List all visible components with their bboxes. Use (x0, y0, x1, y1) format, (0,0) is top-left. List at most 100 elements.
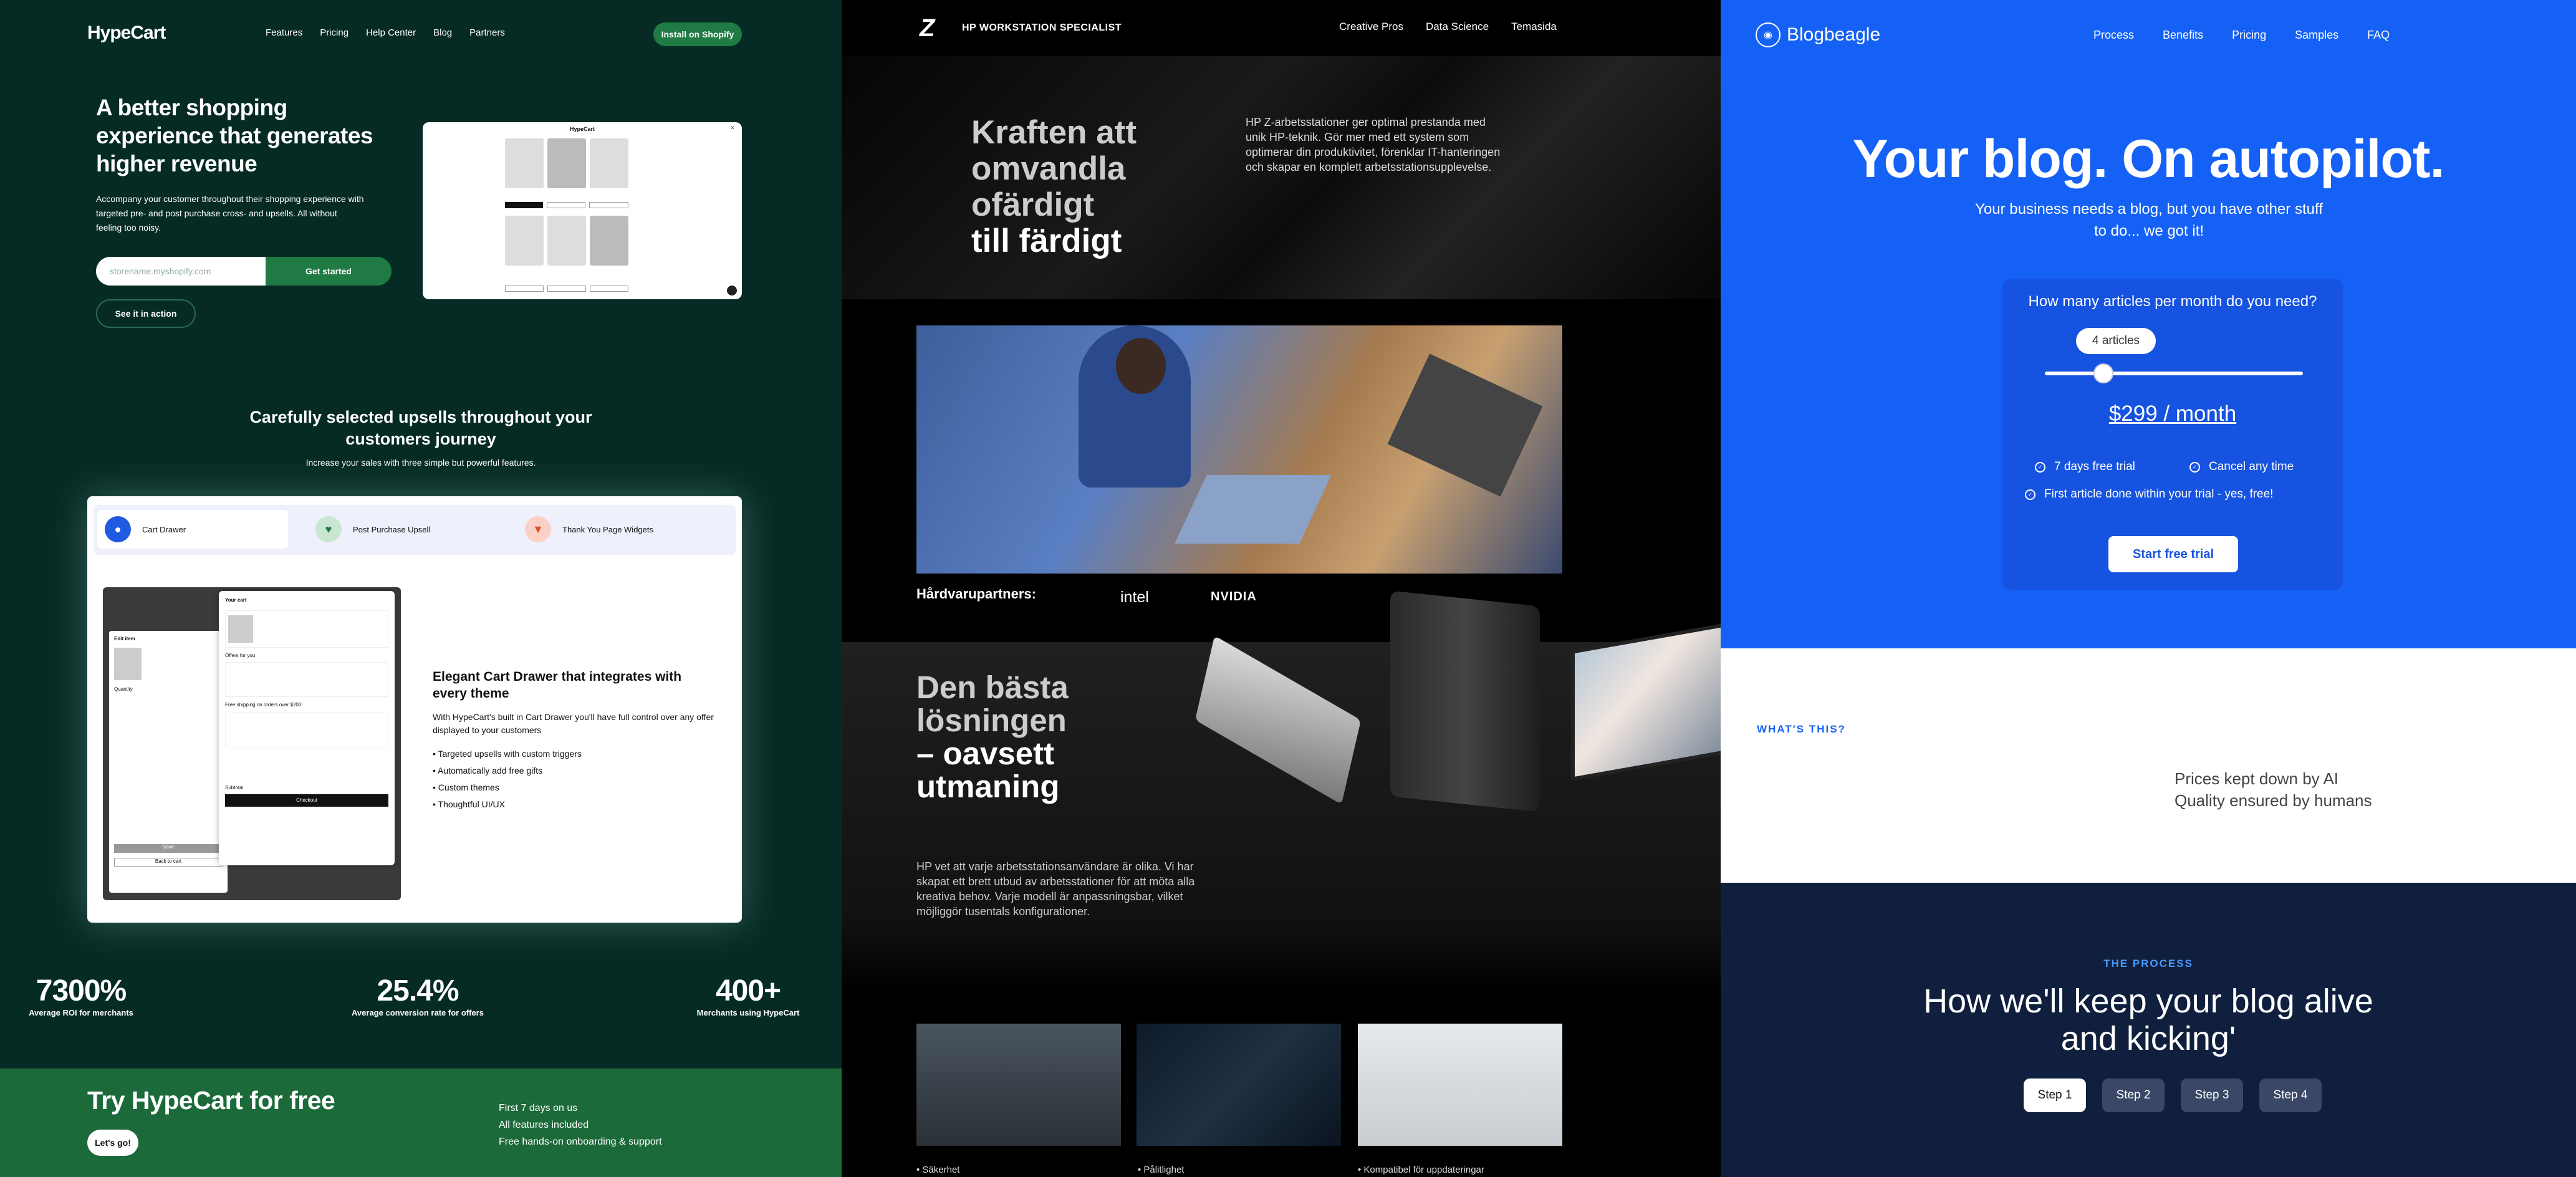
blogbeagle-panel: ◉ Blogbeagle Process Benefits Pricing Sa… (1721, 0, 2576, 1177)
upgrade-thumbnail[interactable] (1358, 1024, 1562, 1146)
get-started-button[interactable]: Get started (266, 257, 392, 286)
nav-features[interactable]: Features (266, 27, 302, 38)
solutions-line-1: Den bästa lösningen (916, 670, 1069, 738)
stat-value: 25.4% (377, 974, 459, 1007)
nav-data-science[interactable]: Data Science (1426, 21, 1489, 33)
blogbeagle-nav: Process Benefits Pricing Samples FAQ (2093, 29, 2418, 42)
feature-list-item: Targeted upsells with custom triggers (433, 746, 582, 762)
chat-icon[interactable] (727, 286, 737, 295)
solutions-line-2: – oavsett utmaning (916, 736, 1060, 804)
stat-label: Average conversion rate for offers (352, 1008, 484, 1017)
blogbeagle-logo[interactable]: ◉ Blogbeagle (1756, 22, 1880, 47)
blogbeagle-logo-text: Blogbeagle (1787, 24, 1881, 45)
tab-post-purchase-upsell[interactable]: ♥ Post Purchase Upsell (315, 510, 430, 549)
stat-value: 400+ (715, 974, 781, 1007)
try-list-item: All features included (499, 1120, 589, 1130)
laptop-image (1195, 635, 1361, 805)
hypecart-panel: HypeCart Features Pricing Help Center Bl… (0, 0, 842, 1177)
try-free-banner (0, 1069, 842, 1177)
tab-thank-you-page-widgets[interactable]: ▼ Thank You Page Widgets (525, 510, 653, 549)
hp-logo-text: HP WORKSTATION SPECIALIST (962, 22, 1122, 33)
check-label: First article done within your trial - y… (2044, 488, 2274, 501)
feature-card: ● Cart Drawer ♥ Post Purchase Upsell ▼ T… (87, 496, 742, 923)
stat-label: Average ROI for merchants (29, 1008, 133, 1017)
hp-hero-title: Kraften att omvandla ofärdigt till färdi… (971, 115, 1233, 259)
step-3-tab[interactable]: Step 3 (2181, 1079, 2243, 1112)
see-it-in-action-button[interactable]: See it in action (96, 299, 196, 328)
save-button[interactable]: Save (114, 844, 223, 853)
subtotal-label: Subtotal (225, 785, 244, 790)
nav-pricing[interactable]: Pricing (2232, 29, 2266, 42)
store-url-input[interactable]: storename.myshopify.com (96, 257, 266, 286)
try-free-list: First 7 days on us All features included… (499, 1100, 662, 1150)
hp-solutions-text: HP vet att varje arbetsstationsanvändare… (916, 860, 1195, 918)
reliability-thumbnail[interactable] (1137, 1024, 1341, 1146)
cart-icon: ● (105, 516, 131, 542)
step-2-tab[interactable]: Step 2 (2102, 1079, 2165, 1112)
feature-list-item: Custom themes (433, 779, 582, 796)
security-thumbnail[interactable] (916, 1024, 1121, 1146)
hp-hero-text: HP Z-arbetsstationer ger optimal prestan… (1246, 116, 1501, 173)
tab-cart-drawer[interactable]: ● Cart Drawer (97, 510, 288, 549)
nav-blog[interactable]: Blog (433, 27, 452, 38)
lets-go-button[interactable]: Let's go! (87, 1130, 138, 1156)
hp-nav: Creative Pros Data Science Temasida (1339, 21, 1579, 33)
nav-samples[interactable]: Samples (2295, 29, 2338, 42)
step-1-tab[interactable]: Step 1 (2024, 1079, 2086, 1112)
pricing-calculator: How many articles per month do you need?… (2002, 279, 2343, 590)
z-logo-icon: Z (920, 14, 935, 42)
articles-count-badge: 4 articles (2076, 328, 2156, 354)
hp-solutions-title: Den bästa lösningen – oavsett utmaning (916, 671, 1116, 803)
nav-creative-pros[interactable]: Creative Pros (1339, 21, 1403, 33)
monitor-image (1571, 622, 1721, 781)
articles-slider-track[interactable] (2045, 372, 2303, 375)
start-free-trial-button[interactable]: Start free trial (2108, 536, 2238, 572)
install-on-shopify-button[interactable]: Install on Shopify (653, 22, 742, 46)
offers-label: Offers for you (225, 653, 256, 658)
your-cart-label: Your cart (225, 597, 247, 603)
nav-partners[interactable]: Partners (469, 27, 505, 38)
nav-benefits[interactable]: Benefits (2163, 29, 2203, 42)
try-list-item: First 7 days on us (499, 1103, 578, 1113)
nav-help-center[interactable]: Help Center (366, 27, 416, 38)
check-first-article: ✓ First article done within your trial - … (2025, 488, 2273, 501)
value-point: Quality ensured by humans (2175, 791, 2372, 810)
beagle-icon: ◉ (1756, 22, 1781, 47)
stat-conversion: 25.4% Average conversion rate for offers (337, 974, 499, 1017)
process-label: THE PROCESS (2103, 958, 2193, 969)
articles-slider-handle[interactable] (2093, 363, 2113, 383)
value-point: Prices kept down by AI (2175, 769, 2339, 788)
hypecart-nav: Features Pricing Help Center Blog Partne… (266, 27, 522, 38)
try-list-item: Free hands-on onboarding & support (499, 1136, 662, 1147)
process-title: How we'll keep your blog alive and kicki… (1923, 982, 2373, 1057)
caption-security: • Säkerhet (916, 1165, 960, 1175)
stat-value: 7300% (36, 974, 127, 1007)
nav-faq[interactable]: FAQ (2367, 29, 2390, 42)
checkout-button[interactable]: Checkout (225, 794, 388, 807)
tab-label: Thank You Page Widgets (562, 524, 653, 534)
hero-subtitle: Accompany your customer throughout their… (96, 194, 364, 233)
feature-title: Elegant Cart Drawer that integrates with… (433, 670, 682, 701)
hypecart-logo[interactable]: HypeCart (87, 22, 166, 44)
screenshot-brand: HypeCart (569, 126, 595, 132)
feature-list-item: Thoughtful UI/UX (433, 796, 582, 813)
tab-label: Cart Drawer (142, 524, 186, 534)
monthly-price: $299 / month (2108, 401, 2237, 426)
hp-panel: Z HP WORKSTATION SPECIALIST Creative Pro… (842, 0, 1721, 1177)
check-free-trial: ✓ 7 days free trial (2035, 460, 2135, 474)
caption-upgrades: • Kompatibel för uppdateringar (1358, 1165, 1484, 1175)
check-cancel-any-time: ✓ Cancel any time (2189, 460, 2294, 474)
blog-hero-subtitle: Your business needs a blog, but you have… (1975, 201, 2323, 239)
articles-question: How many articles per month do you need? (2028, 293, 2317, 310)
feature-tabs: ● Cart Drawer ♥ Post Purchase Upsell ▼ T… (94, 505, 736, 555)
automated-blog-title: An automated blog that you can rely on (1757, 747, 2060, 813)
hp-logo[interactable]: Z HP WORKSTATION SPECIALIST (920, 14, 1122, 42)
heart-icon: ♥ (315, 516, 342, 542)
nav-temasida[interactable]: Temasida (1511, 21, 1557, 33)
step-4-tab[interactable]: Step 4 (2259, 1079, 2322, 1112)
nav-pricing[interactable]: Pricing (320, 27, 348, 38)
nav-process[interactable]: Process (2093, 29, 2134, 42)
back-to-cart-button[interactable]: Back to cart (114, 858, 223, 867)
check-circle-icon: ✓ (2035, 461, 2045, 473)
upsells-section-title: Carefully selected upsells throughout yo… (249, 408, 592, 448)
